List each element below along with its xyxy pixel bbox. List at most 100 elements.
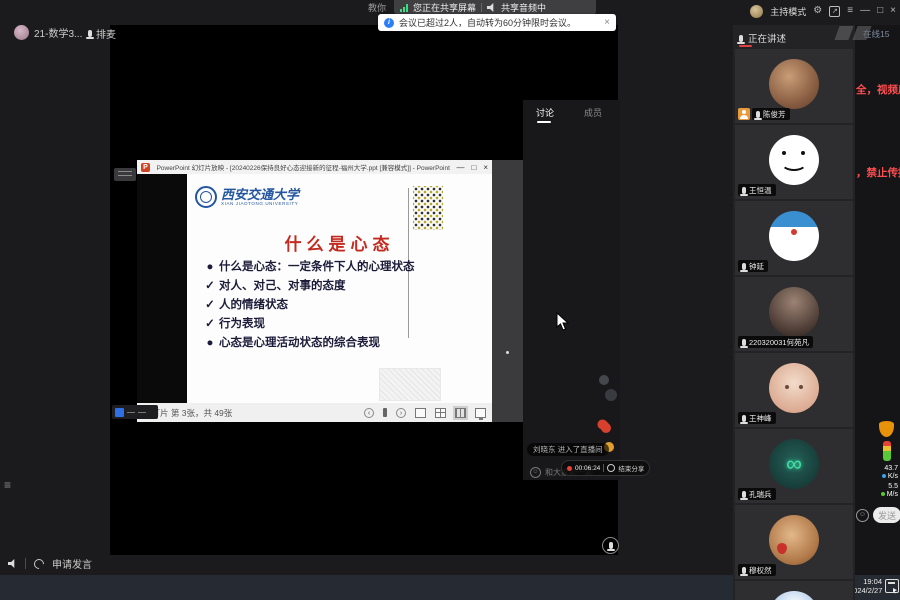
participant-avatar: [769, 59, 819, 109]
sharing-status-bar: 您正在共享屏幕 共享音频中: [394, 0, 596, 15]
raise-hand-icon: [32, 556, 46, 570]
request-speak-button[interactable]: 申请发言: [52, 556, 92, 571]
ppt-maximize-button[interactable]: □: [471, 163, 476, 172]
decorative-dot-pattern: [413, 186, 443, 230]
participant-avatar: ∞: [769, 439, 819, 489]
participant-name: 穆权然: [749, 565, 772, 576]
participant-avatar: [769, 287, 819, 337]
participant-name: 陈俊芳: [763, 109, 786, 120]
shared-app-sidebar: [492, 160, 523, 422]
host-avatar: [750, 5, 763, 18]
join-message: 刘晓东 进入了直播间: [527, 443, 609, 456]
display-view-icon[interactable]: [475, 408, 486, 418]
security-shield-icon[interactable]: [879, 421, 894, 437]
announcement-text: ，禁止传播: [856, 165, 900, 180]
stop-icon: [607, 464, 615, 472]
bullet-item: ✓对人、对己、对事的态度: [205, 277, 435, 296]
mouse-cursor: [556, 312, 569, 331]
self-user[interactable]: 21-数学3...: [14, 25, 82, 40]
participant-tile[interactable]: 钟延: [735, 201, 853, 275]
settings-gear-icon[interactable]: ⚙: [813, 4, 822, 18]
app-icon: [115, 408, 124, 417]
upload-speed: 43.7K/s: [858, 465, 898, 481]
mic-icon: [742, 187, 746, 194]
slideshow-area: 西安交通大学 XIAN JIAOTONG UNIVERSITY 什么是心态 ●什…: [137, 174, 492, 403]
grid-view-icon[interactable]: [435, 408, 446, 418]
speaker-icon[interactable]: [8, 559, 17, 568]
share-timer: 00:06:24: [575, 465, 600, 472]
university-logo: 西安交通大学 XIAN JIAOTONG UNIVERSITY: [195, 186, 299, 208]
mic-icon: [756, 111, 760, 118]
menu-icon[interactable]: ≡: [847, 4, 853, 18]
participant-avatar: [769, 135, 819, 185]
mic-queue-button[interactable]: 排麦: [88, 26, 116, 41]
self-name: 21-数学3...: [34, 25, 82, 40]
participant-tile[interactable]: 220320031何苑凡: [735, 277, 853, 351]
floating-like-emoji: [599, 375, 609, 385]
tab-members[interactable]: 成员: [584, 106, 602, 119]
minimize-button[interactable]: —: [860, 4, 870, 18]
bottom-left-controls: 申请发言: [8, 556, 92, 571]
participant-tile[interactable]: 王恒温: [735, 125, 853, 199]
audio-sharing-label: 共享音频中: [501, 1, 546, 14]
participant-tile[interactable]: 王神峰: [735, 353, 853, 427]
prev-slide-button[interactable]: ‹: [364, 408, 374, 418]
emoji-icon[interactable]: ☺: [856, 509, 869, 522]
close-button[interactable]: ×: [890, 4, 896, 18]
notification-close-icon[interactable]: ×: [604, 17, 610, 28]
end-share-button[interactable]: 结束分享: [618, 463, 644, 473]
status-capsule-icon: [883, 441, 891, 461]
participant-tiles: 陈俊芳 王恒温 钟延 220320031何苑凡 王神峰 ∞ 孔瑞兵: [735, 49, 853, 600]
participant-tile[interactable]: 陈俊芳: [735, 49, 853, 123]
screen: 21-数学3... 排麦 教你 您正在共享屏幕 共享音频中 i 会议已超过2人，…: [0, 0, 900, 600]
slide-sketch-image: [379, 368, 441, 401]
list-toggle-icon[interactable]: ≡: [4, 478, 11, 492]
shared-app-side-button[interactable]: [114, 168, 136, 181]
pop-out-icon[interactable]: ↗: [829, 6, 840, 17]
floating-rose-emoji: [599, 421, 613, 435]
participant-tile[interactable]: ∞ 孔瑞兵: [735, 429, 853, 503]
slide-bullets: ●什么是心态：一定条件下人的心理状态 ✓对人、对己、对事的态度 ✓人的情绪状态 …: [205, 258, 435, 353]
participant-avatar: [769, 363, 819, 413]
chat-send-row: ☺ 发送: [856, 507, 900, 523]
column-view-icon[interactable]: [455, 408, 466, 418]
mic-icon: [742, 415, 746, 422]
participant-name: 王恒温: [749, 185, 772, 196]
ppt-minimize-button[interactable]: —: [456, 163, 464, 172]
divider: [481, 3, 482, 12]
speaking-label: 正在讲述: [748, 31, 786, 45]
participant-tile[interactable]: 穆权然: [735, 505, 853, 579]
discussion-panel: 讨论 成员 刘晓东 进入了直播间 ☺ 和大家聊一聊 00:06:24 结束分享: [523, 100, 620, 480]
host-mode-label[interactable]: 主持模式: [770, 5, 806, 18]
info-icon: i: [384, 18, 394, 28]
maximize-button[interactable]: □: [877, 4, 883, 18]
tray-time: 19:04: [863, 577, 882, 586]
tab-discussion[interactable]: 讨论: [536, 106, 554, 119]
touch-keyboard-icon[interactable]: [885, 579, 899, 593]
system-tray[interactable]: 19:04 2024/2/27: [849, 577, 899, 595]
shared-screen-taskbar-fragment: [112, 405, 158, 419]
powerpoint-icon: P: [141, 163, 150, 172]
powerpoint-titlebar[interactable]: P PowerPoint 幻灯片放映 - [20240226保持良好心态迎接新的…: [137, 160, 492, 174]
next-slide-button[interactable]: ›: [396, 408, 406, 418]
participant-avatar: [769, 515, 819, 565]
bullet-item: ●什么是心态：一定条件下人的心理状态: [205, 258, 435, 277]
share-timer-bar: 00:06:24 结束分享: [561, 460, 650, 476]
divider: [25, 558, 26, 569]
participant-avatar: [769, 211, 819, 261]
participant-name: 220320031何苑凡: [749, 337, 809, 348]
right-chat-strip: 在线15 全，视频房 ，禁止传播 43.7K/s 5.5M/s: [855, 25, 900, 575]
mic-float-button[interactable]: [602, 537, 619, 554]
sharing-label: 您正在共享屏幕: [413, 1, 476, 14]
pen-tool-icon[interactable]: [383, 408, 387, 417]
send-button[interactable]: 发送: [873, 507, 900, 523]
participant-tile[interactable]: [735, 581, 853, 600]
normal-view-icon[interactable]: [415, 408, 426, 418]
university-name-en: XIAN JIAOTONG UNIVERSITY: [221, 201, 299, 206]
ppt-close-button[interactable]: ×: [483, 163, 488, 172]
slide-title: 什么是心态: [187, 230, 492, 255]
participant-name: 钟延: [749, 261, 764, 272]
watermark-logo: [833, 24, 875, 44]
participant-avatar: [769, 591, 819, 600]
emoji-icon[interactable]: ☺: [530, 467, 541, 478]
